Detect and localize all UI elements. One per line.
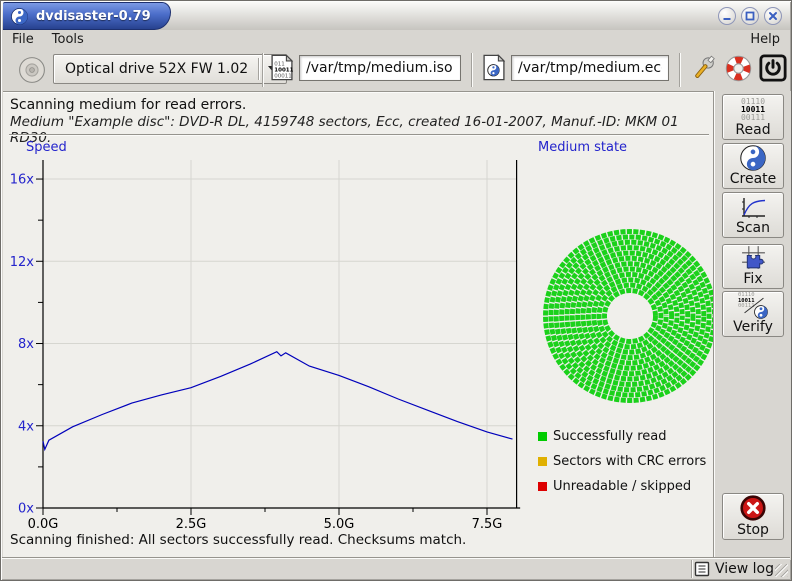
legend-swatch-yellow bbox=[538, 457, 547, 466]
menu-file[interactable]: File bbox=[3, 31, 43, 48]
legend-swatch-green bbox=[538, 432, 547, 441]
legend-row-crc: Sectors with CRC errors bbox=[538, 449, 706, 474]
title-bar[interactable]: dvdisaster-0.79 bbox=[2, 2, 790, 30]
fix-button[interactable]: Fix bbox=[722, 244, 784, 289]
create-button[interactable]: Create bbox=[722, 143, 784, 189]
svg-text:12x: 12x bbox=[10, 255, 35, 270]
drive-selector[interactable]: Optical drive 52X FW 1.02 bbox=[53, 54, 287, 84]
medium-state-disc bbox=[530, 216, 730, 416]
legend-label: Unreadable / skipped bbox=[553, 479, 691, 494]
svg-text:8x: 8x bbox=[18, 337, 34, 352]
view-log-icon bbox=[694, 561, 710, 577]
svg-text:16x: 16x bbox=[10, 173, 35, 188]
create-yinyang-icon bbox=[740, 145, 766, 171]
verify-icon: 011101001100111 bbox=[738, 293, 768, 319]
action-status-text: Scanning medium for read errors. bbox=[10, 97, 246, 113]
verify-button[interactable]: 011101001100111 Verify bbox=[722, 291, 784, 337]
scan-button[interactable]: Scan bbox=[722, 192, 784, 238]
stop-button-label: Stop bbox=[737, 522, 769, 538]
scan-result-text: Scanning finished: All sectors successfu… bbox=[10, 532, 466, 548]
quit-power-icon[interactable] bbox=[759, 54, 787, 82]
maximize-button[interactable] bbox=[741, 7, 759, 25]
toolbar-separator bbox=[679, 53, 681, 87]
combo-divider bbox=[258, 58, 259, 80]
drive-icon bbox=[18, 56, 46, 84]
app-icon bbox=[11, 8, 28, 25]
verify-button-label: Verify bbox=[733, 319, 773, 335]
svg-text:0x: 0x bbox=[18, 502, 34, 517]
toolbar: Optical drive 52X FW 1.02 011 10011 0001… bbox=[3, 49, 789, 91]
ecc-file-icon bbox=[483, 54, 505, 81]
legend-label: Successfully read bbox=[553, 429, 666, 444]
svg-text:2.5G: 2.5G bbox=[176, 517, 207, 532]
menu-help[interactable]: Help bbox=[741, 31, 789, 48]
help-ring-icon[interactable] bbox=[725, 55, 752, 82]
ecc-path-input[interactable] bbox=[511, 55, 669, 81]
fix-button-label: Fix bbox=[743, 271, 762, 287]
app-window: dvdisaster-0.79 File Tools Help Optical … bbox=[0, 0, 792, 581]
svg-text:00011: 00011 bbox=[274, 73, 292, 79]
scan-button-label: Scan bbox=[736, 220, 770, 236]
fix-puzzle-icon bbox=[740, 244, 767, 271]
legend-swatch-red bbox=[538, 482, 547, 491]
medium-state-legend: Successfully read Sectors with CRC error… bbox=[538, 424, 706, 499]
toolbar-separator bbox=[471, 53, 473, 87]
svg-text:4x: 4x bbox=[18, 419, 34, 434]
svg-text:0.0G: 0.0G bbox=[28, 517, 59, 532]
view-log-label: View log bbox=[715, 561, 774, 577]
preferences-wrench-icon[interactable] bbox=[690, 54, 717, 83]
iso-path-input[interactable] bbox=[299, 55, 461, 81]
resize-grip[interactable] bbox=[775, 564, 788, 577]
title-tab: dvdisaster-0.79 bbox=[3, 2, 171, 30]
view-log-button[interactable]: View log bbox=[694, 559, 774, 579]
read-button[interactable]: 011101001100111 Read bbox=[722, 94, 784, 140]
svg-text:5.0G: 5.0G bbox=[324, 517, 355, 532]
minimize-button[interactable] bbox=[718, 7, 736, 25]
speed-chart: 0x 4x 8x 12x 16x 0.0G 2.5G 5.0G 7.5G bbox=[3, 140, 548, 540]
legend-row-unreadable: Unreadable / skipped bbox=[538, 474, 706, 499]
iso-file-icon: 011 10011 00011 bbox=[271, 54, 293, 81]
horizontal-separator bbox=[9, 134, 709, 136]
medium-state-title: Medium state bbox=[538, 140, 627, 155]
stop-button[interactable]: Stop bbox=[722, 493, 784, 540]
statusbar-separator bbox=[691, 560, 693, 578]
legend-row-success: Successfully read bbox=[538, 424, 706, 449]
window-title: dvdisaster-0.79 bbox=[36, 9, 151, 24]
action-sidebar: 011101001100111 Read Create bbox=[713, 91, 791, 560]
svg-text:7.5G: 7.5G bbox=[472, 517, 503, 532]
close-button[interactable] bbox=[764, 7, 782, 25]
stop-icon bbox=[739, 494, 767, 522]
drive-selector-value: Optical drive 52X FW 1.02 bbox=[65, 61, 248, 77]
menu-bar: File Tools Help bbox=[3, 30, 789, 49]
create-button-label: Create bbox=[730, 171, 777, 187]
scan-chart-icon bbox=[739, 196, 767, 220]
read-binary-icon: 011101001100111 bbox=[741, 98, 765, 122]
status-bar: View log bbox=[2, 558, 790, 579]
toolbar-separator bbox=[262, 53, 264, 87]
legend-label: Sectors with CRC errors bbox=[553, 454, 706, 469]
read-button-label: Read bbox=[735, 122, 770, 138]
main-panel: Scanning medium for read errors. Medium … bbox=[3, 91, 715, 560]
menu-tools[interactable]: Tools bbox=[43, 31, 93, 48]
